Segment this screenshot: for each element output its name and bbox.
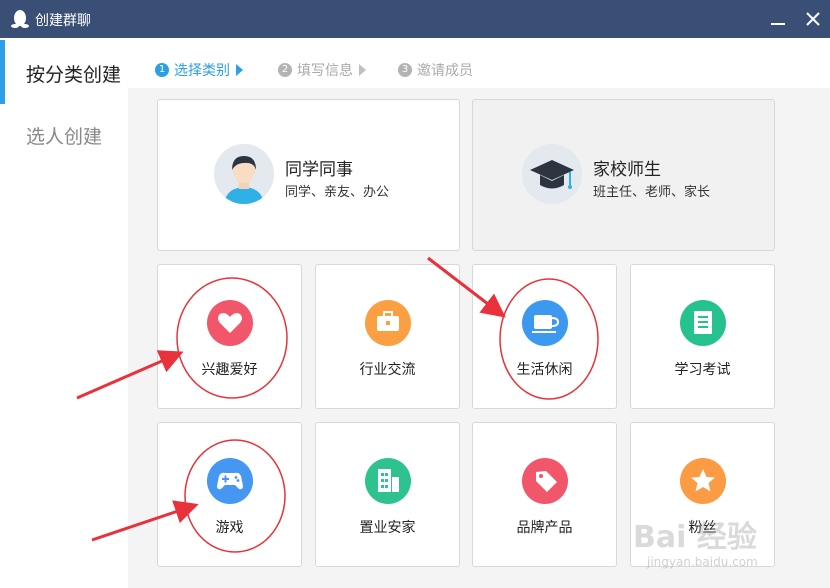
category-card-classmates[interactable]: 同学同事 同学、亲友、办公 <box>157 99 460 251</box>
tag-icon <box>522 458 568 504</box>
star-icon <box>680 458 726 504</box>
active-indicator <box>0 40 5 104</box>
category-card-hobbies[interactable]: 兴趣爱好 <box>157 264 302 409</box>
sidebar-item-by-people[interactable]: 选人创建 <box>26 122 102 149</box>
step-1: 1 选择类别 <box>155 60 243 80</box>
document-icon <box>680 300 726 346</box>
category-label: 品牌产品 <box>516 520 573 536</box>
step-label: 选择类别 <box>174 63 230 79</box>
step-label: 填写信息 <box>297 63 353 79</box>
step-number: 3 <box>398 63 412 77</box>
heart-icon <box>207 300 253 346</box>
category-subtitle: 同学、亲友、办公 <box>285 185 390 200</box>
watermark-url: jingyan.baidu.com <box>647 555 758 569</box>
title-bar: 创建群聊 <box>0 0 830 38</box>
step-number: 2 <box>278 63 292 77</box>
category-card-school[interactable]: 家校师生 班主任、老师、家长 <box>472 99 775 251</box>
step-3: 3 邀请成员 <box>398 60 473 80</box>
step-number: 1 <box>155 63 169 77</box>
step-label: 邀请成员 <box>417 63 473 79</box>
category-card-leisure[interactable]: 生活休闲 <box>472 264 617 409</box>
category-label: 行业交流 <box>359 362 416 378</box>
category-card-study[interactable]: 学习考试 <box>630 264 775 409</box>
qq-penguin-icon <box>11 10 29 28</box>
sidebar: 按分类创建 选人创建 <box>0 38 128 588</box>
minimize-button[interactable] <box>764 4 790 34</box>
category-card-games[interactable]: 游戏 <box>157 422 302 567</box>
category-card-brands[interactable]: 品牌产品 <box>472 422 617 567</box>
coffee-cup-icon <box>522 300 568 346</box>
close-button[interactable] <box>800 5 826 33</box>
graduation-cap-icon <box>522 144 582 204</box>
category-label: 兴趣爱好 <box>201 362 258 378</box>
building-icon <box>365 458 411 504</box>
close-icon <box>806 12 820 26</box>
student-avatar-icon <box>214 144 274 204</box>
category-title: 同学同事 <box>285 160 353 180</box>
category-label: 游戏 <box>215 520 244 536</box>
watermark-logo: Bai 经验 <box>633 520 757 555</box>
category-card-industry[interactable]: 行业交流 <box>315 264 460 409</box>
category-label: 置业安家 <box>359 520 416 536</box>
step-arrow-icon <box>236 64 243 76</box>
gamepad-icon <box>207 458 253 504</box>
category-subtitle: 班主任、老师、家长 <box>593 185 711 200</box>
window-title: 创建群聊 <box>35 13 91 29</box>
sidebar-item-by-category[interactable]: 按分类创建 <box>26 60 121 87</box>
step-arrow-icon <box>359 64 366 76</box>
category-label: 学习考试 <box>674 362 731 378</box>
briefcase-icon <box>365 300 411 346</box>
category-label: 生活休闲 <box>516 362 573 378</box>
step-2: 2 填写信息 <box>278 60 366 80</box>
category-card-housing[interactable]: 置业安家 <box>315 422 460 567</box>
category-title: 家校师生 <box>593 160 661 180</box>
